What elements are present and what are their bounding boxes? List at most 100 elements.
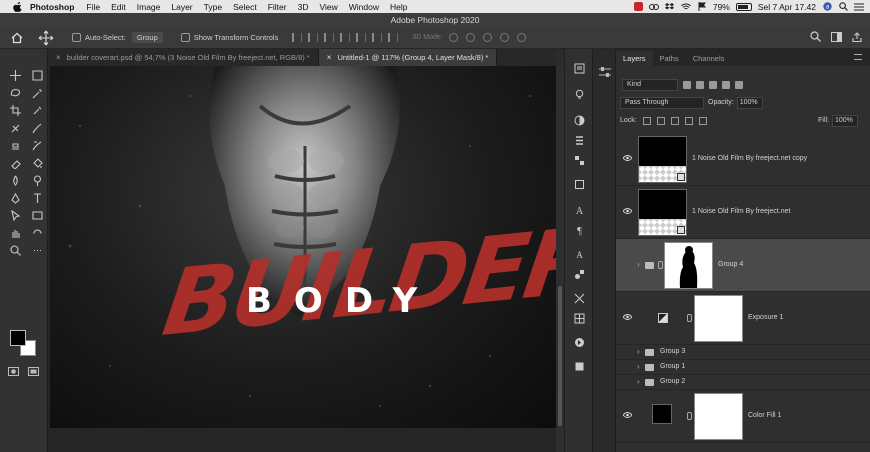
lock-transparent-icon[interactable]: [642, 116, 651, 125]
shape-tool-icon[interactable]: [26, 207, 48, 225]
move-tool-icon[interactable]: [4, 67, 26, 85]
menu-file[interactable]: File: [86, 2, 100, 12]
layer-name[interactable]: Group 4: [718, 261, 743, 268]
healing-tool-icon[interactable]: [4, 120, 26, 138]
channels-grid-icon[interactable]: [574, 313, 585, 324]
lock-position-icon[interactable]: [670, 116, 679, 125]
move-tool-icon[interactable]: [38, 30, 54, 46]
history-icon[interactable]: [574, 63, 585, 74]
align-bottom-icon[interactable]: [372, 33, 383, 42]
search-icon[interactable]: [810, 31, 821, 42]
exposure-adjustment-icon[interactable]: [658, 313, 668, 323]
magic-wand-tool-icon[interactable]: [26, 85, 48, 103]
paragraph-icon[interactable]: ¶: [574, 225, 585, 236]
creative-cloud-icon[interactable]: [648, 2, 659, 11]
workspace-icon[interactable]: [831, 31, 842, 42]
crop-tool-icon[interactable]: [4, 102, 26, 120]
eyedropper-tool-icon[interactable]: [26, 102, 48, 120]
more-tool-icon[interactable]: [26, 242, 48, 260]
link-icon[interactable]: [687, 314, 692, 322]
lightbulb-icon[interactable]: [574, 89, 585, 100]
character-icon[interactable]: A: [574, 205, 585, 216]
layer-name[interactable]: Exposure 1: [748, 314, 783, 321]
layer-thumbnail[interactable]: [638, 136, 687, 183]
align-right-icon[interactable]: [324, 33, 335, 42]
dropbox-icon[interactable]: [665, 2, 675, 11]
menu-window[interactable]: Window: [349, 2, 379, 12]
filter-pixel-icon[interactable]: [683, 80, 691, 89]
eye-icon[interactable]: [623, 208, 632, 214]
chevron-right-icon[interactable]: ›: [637, 347, 640, 356]
shapes-icon[interactable]: [574, 269, 585, 280]
3d-pan-icon[interactable]: [482, 33, 492, 42]
filter-kind-dropdown[interactable]: Kind: [622, 78, 678, 91]
libraries-icon[interactable]: [574, 179, 585, 190]
menu-type[interactable]: Type: [204, 2, 222, 12]
chevron-right-icon[interactable]: ›: [637, 260, 640, 269]
properties-icon[interactable]: [574, 135, 585, 146]
quick-mask-icon[interactable]: [8, 367, 19, 376]
paint-bucket-tool-icon[interactable]: [26, 155, 48, 173]
layer-name[interactable]: 1 Noise Old Film By freeject.net: [692, 208, 790, 215]
rotate-view-tool-icon[interactable]: [26, 225, 48, 243]
path-select-tool-icon[interactable]: [4, 207, 26, 225]
spotlight-search-icon[interactable]: [838, 2, 848, 11]
show-transform-checkbox[interactable]: [180, 33, 190, 42]
layer-row[interactable]: 1 Noise Old Film By freeject.net: [616, 186, 870, 239]
tab-channels[interactable]: Channels: [686, 51, 732, 66]
subhead-body-text[interactable]: BODY: [246, 284, 439, 318]
distribute-icon[interactable]: [388, 33, 399, 42]
align-top-icon[interactable]: [340, 33, 351, 42]
layer-row[interactable]: › Group 3: [616, 345, 870, 360]
3d-roll-icon[interactable]: [465, 33, 475, 42]
layer-row[interactable]: Color Fill 1: [616, 390, 870, 443]
history-brush-tool-icon[interactable]: [26, 137, 48, 155]
stamp-tool-icon[interactable]: [4, 137, 26, 155]
layer-row[interactable]: Exposure 1: [616, 292, 870, 345]
foreground-color-swatch[interactable]: [10, 330, 26, 346]
filter-shape-icon[interactable]: [722, 80, 730, 89]
marquee-tool-icon[interactable]: [26, 67, 48, 85]
apple-icon[interactable]: [12, 1, 22, 12]
artwork-canvas[interactable]: BUILDER BODY: [50, 66, 556, 428]
tab-paths[interactable]: Paths: [653, 51, 686, 66]
eraser-tool-icon[interactable]: [4, 155, 26, 173]
blur-tool-icon[interactable]: [4, 172, 26, 190]
lasso-tool-icon[interactable]: [4, 85, 26, 103]
align-left-icon[interactable]: [292, 33, 303, 42]
menu-3d[interactable]: 3D: [298, 2, 309, 12]
layer-name[interactable]: Group 2: [660, 378, 685, 385]
lock-all-icon[interactable]: [698, 116, 707, 125]
menu-help[interactable]: Help: [390, 2, 407, 12]
close-tab-icon[interactable]: ×: [327, 53, 332, 62]
opacity-input[interactable]: 100%: [736, 96, 763, 109]
doc-tab-untitled-1[interactable]: × Untitled-1 @ 117% (Group 4, Layer Mask…: [318, 49, 498, 66]
zoom-tool-icon[interactable]: [4, 242, 26, 260]
wifi-icon[interactable]: [680, 2, 691, 11]
scrollbar-thumb[interactable]: [558, 286, 562, 426]
dodge-tool-icon[interactable]: [26, 172, 48, 190]
share-icon[interactable]: [852, 31, 862, 42]
pen-tool-icon[interactable]: [4, 190, 26, 208]
layer-name[interactable]: Color Fill 1: [748, 412, 781, 419]
user-icon[interactable]: a: [822, 2, 832, 11]
menu-view[interactable]: View: [319, 2, 337, 12]
battery-icon[interactable]: [735, 2, 752, 11]
app-menu-photoshop[interactable]: Photoshop: [30, 2, 74, 12]
layer-name[interactable]: Group 1: [660, 363, 685, 370]
layer-row[interactable]: › Group 1: [616, 360, 870, 375]
filter-type-icon[interactable]: [709, 80, 717, 89]
clock[interactable]: Sel 7 Apr 17.42: [758, 2, 816, 12]
3d-slide-icon[interactable]: [499, 33, 509, 42]
eye-icon[interactable]: [623, 314, 632, 320]
menu-edit[interactable]: Edit: [111, 2, 126, 12]
fill-input[interactable]: 100%: [832, 114, 858, 127]
menu-image[interactable]: Image: [137, 2, 161, 12]
flag-icon[interactable]: [697, 2, 707, 11]
panel-options-icon[interactable]: [599, 67, 611, 77]
layer-name[interactable]: Group 3: [660, 348, 685, 355]
layer-comps-icon[interactable]: [574, 361, 585, 372]
filter-adjustment-icon[interactable]: [696, 80, 704, 89]
chevron-right-icon[interactable]: ›: [637, 377, 640, 386]
type-tool-icon[interactable]: [26, 190, 48, 208]
